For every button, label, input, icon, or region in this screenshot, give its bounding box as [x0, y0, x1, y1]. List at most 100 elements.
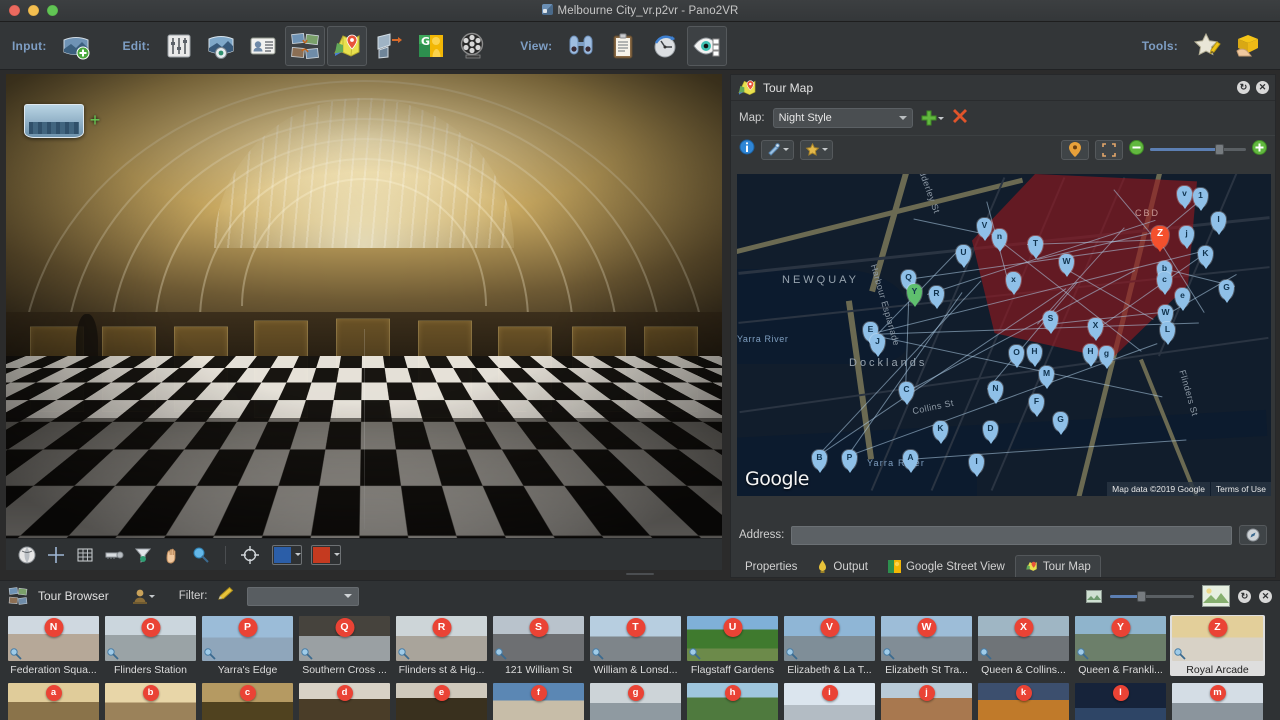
map-marker-style-button[interactable] — [800, 140, 833, 160]
map-style-select[interactable]: Night Style — [773, 108, 913, 128]
measure-tool-button[interactable] — [101, 543, 127, 567]
user-data-button[interactable] — [243, 26, 283, 66]
thumbnail-item[interactable]: m — [1170, 682, 1265, 720]
chevron-down-icon[interactable] — [295, 553, 301, 556]
hotspot-color-button[interactable] — [311, 545, 341, 565]
filter-input[interactable] — [247, 587, 359, 606]
add-point-hotspot-button[interactable] — [43, 543, 69, 567]
fit-to-view-button[interactable] — [1095, 140, 1123, 160]
hotspot-pin-icon — [398, 648, 410, 660]
thumbnail-label: Queen & Frankli... — [1073, 664, 1168, 676]
locate-address-button[interactable] — [1239, 525, 1267, 545]
thumbnail-item[interactable]: T William & Lonsd... — [588, 615, 683, 676]
delete-map-button[interactable] — [952, 108, 968, 129]
tour-thumbnail-grid[interactable]: N Federation Squa... O Flinders Station P Y… — [0, 611, 1280, 720]
zoom-slider[interactable] — [1150, 148, 1246, 151]
hotspot-pin-icon — [883, 648, 895, 660]
thumbnail-item[interactable]: Q Southern Cross ... — [297, 615, 392, 676]
thumbnail-item[interactable]: V Elizabeth & La T... — [782, 615, 877, 676]
output-button[interactable] — [645, 26, 685, 66]
thumbnail-item[interactable]: c — [200, 682, 295, 720]
add-hotspot-icon[interactable]: + — [88, 114, 102, 128]
preview-button[interactable] — [561, 26, 601, 66]
filter-button[interactable] — [130, 543, 156, 567]
map-attribution: Map data ©2019 Google Terms of Use — [1107, 482, 1271, 496]
large-thumbnail-icon[interactable] — [1202, 585, 1230, 607]
thumbnail-item[interactable]: S 121 William St — [491, 615, 586, 676]
thumbnail-item[interactable]: W Elizabeth St Tra... — [879, 615, 974, 676]
tab-google-street-view-label: Google Street View — [906, 561, 1005, 573]
thumbnail-item[interactable]: g — [588, 682, 683, 720]
map-link-button[interactable] — [761, 140, 794, 160]
panorama-viewer[interactable]: + — [6, 74, 722, 538]
viewer-settings-button[interactable] — [687, 26, 727, 66]
skin-editor-button[interactable] — [1187, 26, 1227, 66]
hotspot-pin-icon — [1077, 648, 1089, 660]
patch-tool-button[interactable] — [201, 26, 241, 66]
thumbnail-item[interactable]: f — [491, 682, 586, 720]
add-panorama-button[interactable] — [56, 26, 96, 66]
user-filter-button[interactable] — [133, 588, 155, 604]
thumbnail-item[interactable]: j — [879, 682, 974, 720]
zoom-in-button[interactable] — [1252, 140, 1267, 160]
thumbnail-item[interactable]: h — [685, 682, 780, 720]
thumbnail-item[interactable]: l — [1073, 682, 1168, 720]
thumbnail-item[interactable]: d — [297, 682, 392, 720]
background-color-button[interactable] — [272, 545, 302, 565]
thumbnail-item[interactable]: i — [782, 682, 877, 720]
input-group-label: Input: — [12, 39, 47, 53]
tab-properties[interactable]: Properties — [735, 555, 807, 577]
thumbnail-item[interactable]: U Flagstaff Gardens — [685, 615, 780, 676]
terms-of-use-link[interactable]: Terms of Use — [1211, 482, 1271, 496]
add-map-button[interactable] — [921, 110, 944, 126]
panel-close-button[interactable]: ✕ — [1256, 81, 1269, 94]
chevron-down-icon[interactable] — [334, 553, 340, 556]
thumbnail-item[interactable]: k — [976, 682, 1071, 720]
publish-button[interactable] — [1229, 26, 1269, 66]
tab-tour-map[interactable]: Tour Map — [1015, 555, 1101, 577]
pano2vr-window: Melbourne City_vr.p2vr - Pano2VR Input: … — [0, 0, 1280, 720]
pencil-icon — [217, 586, 237, 602]
tour-map-button[interactable] — [327, 26, 367, 66]
place-marker-button[interactable] — [1061, 140, 1089, 160]
address-input[interactable] — [791, 526, 1232, 545]
grid-icon — [76, 546, 94, 564]
view-group-label: View: — [520, 39, 552, 53]
panel-reload-button[interactable]: ↻ — [1237, 81, 1250, 94]
map-info-button[interactable] — [739, 139, 755, 160]
browser-reload-button[interactable]: ↻ — [1238, 590, 1251, 603]
thumbnail-size-slider[interactable] — [1110, 595, 1194, 598]
thumbnail-item[interactable]: X Queen & Collins... — [976, 615, 1071, 676]
star-pencil-icon — [1192, 31, 1222, 61]
tour-browser-button[interactable] — [285, 26, 325, 66]
filter-pencil-button[interactable] — [217, 586, 237, 607]
point-hotspot[interactable] — [24, 104, 84, 138]
thumbnail-item[interactable]: e — [394, 682, 489, 720]
thumbnail-item[interactable]: O Flinders Station — [103, 615, 198, 676]
zoom-out-button[interactable] — [1129, 140, 1144, 160]
master-node-button[interactable] — [369, 26, 409, 66]
small-thumbnail-icon[interactable] — [1086, 590, 1102, 603]
thumbnail-item[interactable]: N Federation Squa... — [6, 615, 101, 676]
center-view-button[interactable] — [237, 543, 263, 567]
grid-button[interactable] — [72, 543, 98, 567]
google-street-view-button[interactable]: G — [411, 26, 451, 66]
google-map[interactable]: NEWQUAY Docklands CBD Adderley St Harbou… — [737, 174, 1271, 496]
thumbnail-item[interactable]: R Flinders st & Hig... — [394, 615, 489, 676]
thumbnail-item[interactable]: b — [103, 682, 198, 720]
pan-tool-button[interactable] — [14, 543, 40, 567]
thumbnail-item[interactable]: a — [6, 682, 101, 720]
animation-button[interactable] — [453, 26, 493, 66]
thumbnail-label: William & Lonsd... — [588, 664, 683, 676]
thumbnail-item-selected[interactable]: Z Royal Arcade — [1170, 615, 1265, 676]
tab-google-street-view[interactable]: Google Street View — [878, 555, 1015, 577]
thumbnail-item[interactable]: Y Queen & Frankli... — [1073, 615, 1168, 676]
viewing-parameters-button[interactable] — [159, 26, 199, 66]
browser-close-button[interactable]: ✕ — [1259, 590, 1272, 603]
thumbnail-item[interactable]: P Yarra's Edge — [200, 615, 295, 676]
properties-button[interactable] — [603, 26, 643, 66]
hand-tool-button[interactable] — [159, 543, 185, 567]
thumbnail-badge: j — [919, 685, 935, 701]
hotspot-tool-button[interactable] — [188, 543, 214, 567]
tab-output[interactable]: Output — [807, 555, 878, 577]
